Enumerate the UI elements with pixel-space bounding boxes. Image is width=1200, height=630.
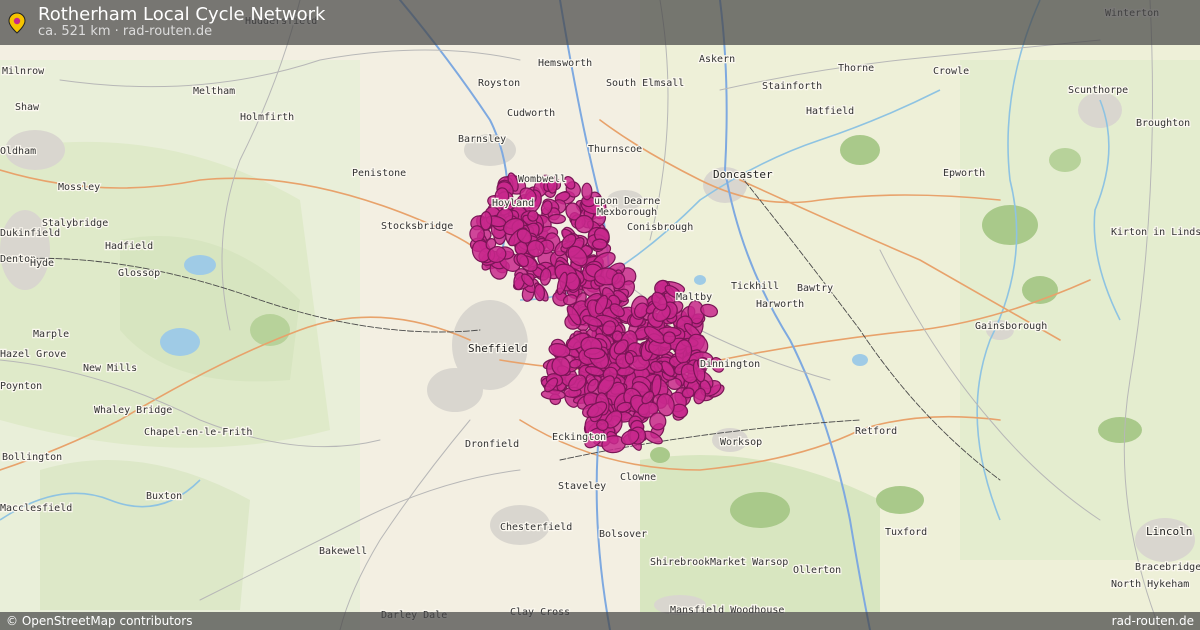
place-label: Crowle bbox=[933, 66, 969, 77]
place-label: Bawtry bbox=[797, 283, 833, 294]
place-label: Dukinfield bbox=[0, 228, 60, 239]
place-label: Bolsover bbox=[599, 529, 647, 540]
place-label: Hoyland bbox=[492, 198, 534, 209]
place-label: New Mills bbox=[83, 363, 137, 374]
place-label: Dinnington bbox=[700, 359, 760, 370]
place-label: Bollington bbox=[2, 452, 62, 463]
brand-link[interactable]: rad-routen.de bbox=[1112, 614, 1194, 628]
route-subtitle: ca. 521 km · rad-routen.de bbox=[38, 24, 213, 39]
place-label: Thorne bbox=[838, 63, 874, 74]
place-label: Tuxford bbox=[885, 527, 927, 538]
place-label: Gainsborough bbox=[975, 321, 1047, 332]
place-label: Mexborough bbox=[597, 207, 657, 218]
place-label: Sheffield bbox=[468, 342, 528, 355]
place-label: Shaw bbox=[15, 102, 40, 113]
place-label: Glossop bbox=[118, 268, 160, 279]
place-label: Barnsley bbox=[458, 134, 506, 145]
place-label: Meltham bbox=[193, 86, 235, 97]
place-label: Harworth bbox=[756, 299, 804, 310]
route-segment[interactable] bbox=[583, 347, 606, 360]
place-label: Hadfield bbox=[105, 241, 153, 252]
place-label: Doncaster bbox=[713, 168, 773, 181]
place-label: Milnrow bbox=[2, 66, 45, 77]
place-label: Hazel Grove bbox=[0, 349, 66, 360]
place-label: Royston bbox=[478, 78, 520, 89]
place-label: Poynton bbox=[0, 381, 42, 392]
place-label: Thurnscoe bbox=[588, 144, 642, 155]
place-label: North Hykeham bbox=[1111, 579, 1189, 590]
place-label: Mossley bbox=[58, 182, 100, 193]
place-label: Macclesfield bbox=[0, 503, 72, 514]
map-pin-icon bbox=[8, 12, 26, 34]
place-label: Clowne bbox=[620, 472, 656, 483]
route-segment[interactable] bbox=[533, 283, 546, 302]
place-label: Scunthorpe bbox=[1068, 85, 1128, 96]
place-label: Shirebrook bbox=[650, 557, 710, 568]
place-label: Broughton bbox=[1136, 118, 1190, 129]
place-label: Chapel-en-le-Frith bbox=[144, 427, 252, 438]
place-label: Lincoln bbox=[1146, 525, 1192, 538]
place-label: Cudworth bbox=[507, 108, 555, 119]
place-label: Buxton bbox=[146, 491, 182, 502]
route-segment[interactable] bbox=[649, 412, 667, 431]
map-canvas[interactable]: HuddersfieldWintertonMilnrowMelthamRoyst… bbox=[0, 0, 1200, 630]
place-label: Ollerton bbox=[793, 565, 841, 576]
route-segment[interactable] bbox=[581, 182, 593, 201]
place-label: Whaley Bridge bbox=[94, 405, 172, 416]
route-segment[interactable] bbox=[547, 213, 566, 225]
header-bar: Rotherham Local Cycle Network ca. 521 km… bbox=[0, 0, 1200, 45]
place-label: Chesterfield bbox=[500, 522, 572, 533]
place-label: Conisbrough bbox=[627, 222, 693, 233]
place-label: Hemsworth bbox=[538, 58, 592, 69]
place-label: South Elmsall bbox=[606, 78, 684, 89]
route-title: Rotherham Local Cycle Network bbox=[38, 4, 326, 25]
route-segment[interactable] bbox=[479, 211, 493, 231]
place-label: Retford bbox=[855, 426, 897, 437]
place-label: Kirton in Lindsey bbox=[1111, 227, 1200, 238]
place-label: Oldham bbox=[0, 146, 36, 157]
place-label: Marple bbox=[33, 329, 69, 340]
place-label: Tickhill bbox=[731, 281, 779, 292]
place-label: Askern bbox=[699, 54, 735, 65]
place-label: Holmfirth bbox=[240, 112, 294, 123]
place-label: Maltby bbox=[676, 292, 712, 303]
place-label: Dronfield bbox=[465, 439, 519, 450]
place-label: Stainforth bbox=[762, 81, 822, 92]
route-segment[interactable] bbox=[592, 238, 608, 250]
footer-bar: © OpenStreetMap contributors rad-routen.… bbox=[0, 612, 1200, 630]
place-label: upon Dearne bbox=[594, 196, 660, 207]
attribution-link[interactable]: © OpenStreetMap contributors bbox=[6, 614, 192, 628]
place-label: Bakewell bbox=[319, 546, 367, 557]
place-label: Market Warsop bbox=[710, 557, 788, 568]
place-label: Worksop bbox=[720, 437, 762, 448]
place-label: Bracebridge bbox=[1135, 562, 1200, 573]
place-label: Staveley bbox=[558, 481, 606, 492]
place-label: Eckington bbox=[552, 432, 606, 443]
place-label: Hyde bbox=[30, 258, 54, 269]
place-label: Wombwell bbox=[518, 174, 566, 185]
place-label: Epworth bbox=[943, 168, 985, 179]
place-label: Penistone bbox=[352, 168, 406, 179]
place-label: Stocksbridge bbox=[381, 221, 453, 232]
place-label: Hatfield bbox=[806, 106, 854, 117]
